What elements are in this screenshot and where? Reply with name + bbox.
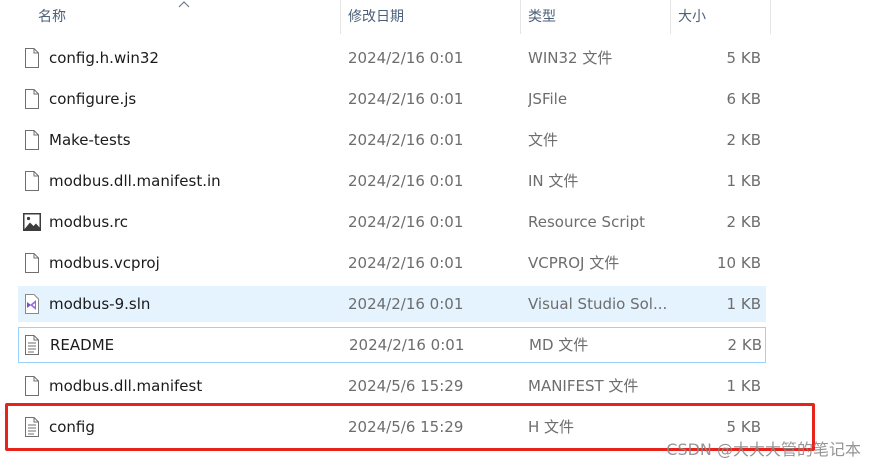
blank-file-icon: [25, 48, 39, 68]
file-size: 2 KB: [726, 213, 761, 231]
file-name: README: [50, 336, 115, 354]
file-size: 5 KB: [726, 49, 761, 67]
file-name: modbus.vcproj: [49, 254, 160, 272]
file-row[interactable]: modbus.dll.manifest 2024/5/6 15:29 MANIF…: [18, 368, 766, 404]
column-divider[interactable]: [770, 0, 771, 34]
column-size-header[interactable]: 大小: [678, 0, 706, 34]
file-date: 2024/2/16 0:01: [348, 295, 464, 313]
file-row[interactable]: modbus.dll.manifest.in 2024/2/16 0:01 IN…: [18, 163, 766, 199]
file-name: modbus.dll.manifest.in: [49, 172, 221, 190]
file-row-selected[interactable]: README 2024/2/16 0:01 MD 文件 2 KB: [18, 327, 766, 363]
file-date: 2024/5/6 15:29: [348, 377, 464, 395]
file-date: 2024/2/16 0:01: [348, 90, 464, 108]
file-type: MD 文件: [529, 336, 589, 354]
file-size: 1 KB: [726, 172, 761, 190]
column-divider[interactable]: [670, 0, 671, 34]
column-divider[interactable]: [340, 0, 341, 34]
file-type: VCPROJ 文件: [528, 254, 620, 272]
file-type: MANIFEST 文件: [528, 377, 639, 395]
file-row[interactable]: Make-tests 2024/2/16 0:01 文件 2 KB: [18, 122, 766, 158]
file-row-hovered[interactable]: modbus-9.sln 2024/2/16 0:01 Visual Studi…: [18, 286, 766, 322]
text-file-icon: [25, 335, 39, 355]
visual-studio-icon: [25, 294, 39, 314]
file-name: config.h.win32: [49, 49, 159, 67]
blank-file-icon: [25, 376, 39, 396]
sort-up-icon: [178, 1, 190, 8]
file-row[interactable]: modbus.rc 2024/2/16 0:01 Resource Script…: [18, 204, 766, 240]
file-name: modbus.dll.manifest: [49, 377, 203, 395]
file-type: WIN32 文件: [528, 49, 613, 67]
file-date: 2024/2/16 0:01: [348, 213, 464, 231]
file-type: 文件: [528, 131, 559, 149]
file-date: 2024/2/16 0:01: [348, 131, 464, 149]
file-date: 2024/2/16 0:01: [348, 49, 464, 67]
file-size: 6 KB: [726, 90, 761, 108]
blank-file-icon: [25, 171, 39, 191]
file-row[interactable]: config.h.win32 2024/2/16 0:01 WIN32 文件 5…: [18, 40, 766, 76]
column-header: 名称 修改日期 类型 大小: [0, 0, 877, 34]
column-name-header[interactable]: 名称: [38, 0, 66, 34]
file-name: Make-tests: [49, 131, 131, 149]
file-type: IN 文件: [528, 172, 579, 190]
file-date: 2024/2/16 0:01: [349, 336, 465, 354]
file-row[interactable]: modbus.vcproj 2024/2/16 0:01 VCPROJ 文件 1…: [18, 245, 766, 281]
image-file-icon: [23, 213, 41, 231]
file-date: 2024/2/16 0:01: [348, 254, 464, 272]
file-size: 1 KB: [726, 377, 761, 395]
file-name: modbus-9.sln: [49, 295, 151, 313]
blank-file-icon: [25, 253, 39, 273]
file-size: 10 KB: [717, 254, 761, 272]
column-type-header[interactable]: 类型: [528, 0, 556, 34]
file-date: 2024/2/16 0:01: [348, 172, 464, 190]
file-size: 1 KB: [726, 295, 761, 313]
file-type: JSFile: [528, 90, 568, 108]
file-name: modbus.rc: [49, 213, 129, 231]
column-date-header[interactable]: 修改日期: [348, 0, 404, 34]
file-size: 2 KB: [727, 336, 762, 354]
column-divider[interactable]: [520, 0, 521, 34]
file-row[interactable]: configure.js 2024/2/16 0:01 JSFile 6 KB: [18, 81, 766, 117]
file-size: 2 KB: [726, 131, 761, 149]
file-type: Resource Script: [528, 213, 646, 231]
blank-file-icon: [25, 130, 39, 150]
csdn-watermark: CSDN @大大大管的笔记本: [666, 440, 861, 459]
file-type: Visual Studio Sol...: [528, 295, 668, 313]
file-name: configure.js: [49, 90, 137, 108]
blank-file-icon: [25, 89, 39, 109]
